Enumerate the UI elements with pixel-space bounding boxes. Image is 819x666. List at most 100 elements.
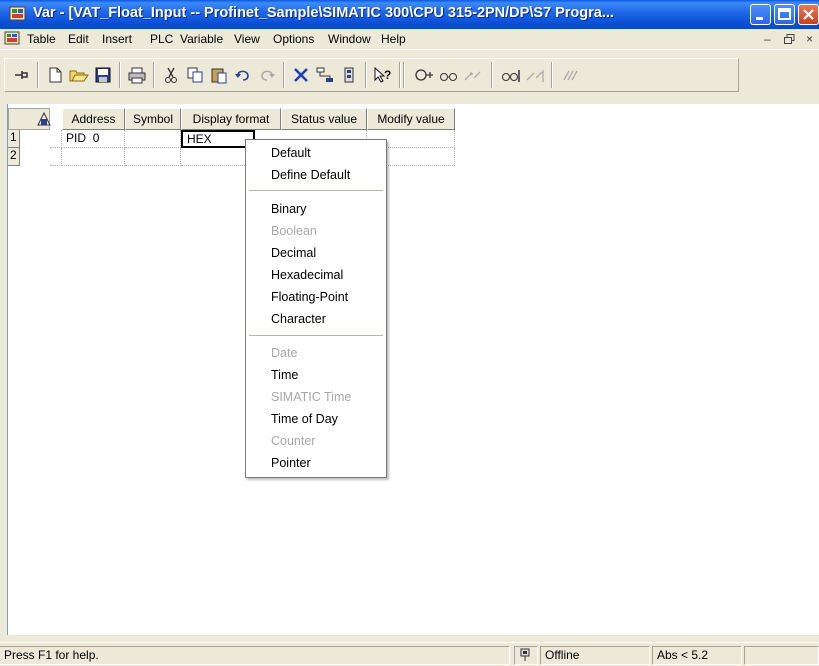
menu-item-character[interactable]: Character xyxy=(271,312,326,326)
menu-item-time[interactable]: Time xyxy=(271,368,298,382)
cut-icon xyxy=(165,67,177,83)
menu-item-time-of-day[interactable]: Time of Day xyxy=(271,412,338,426)
address-area: PID xyxy=(66,131,87,145)
display-format-cell[interactable]: HEX xyxy=(181,130,255,148)
save-icon xyxy=(95,67,111,83)
monitor-immediately-button[interactable] xyxy=(499,63,523,87)
toolbar-row: ? xyxy=(4,58,739,92)
menu-item-counter: Counter xyxy=(271,434,316,448)
menu-variable[interactable]: Variable xyxy=(180,32,223,46)
document-icon[interactable] xyxy=(4,31,21,47)
row-header-2[interactable]: 2 xyxy=(8,148,20,166)
monitor-icon xyxy=(415,69,433,81)
station-icon xyxy=(344,67,354,83)
symbol-cell[interactable] xyxy=(125,148,181,166)
menu-separator xyxy=(249,190,383,192)
svg-text:?: ? xyxy=(384,68,391,82)
maximize-button[interactable] xyxy=(774,4,795,25)
maximize-icon xyxy=(778,8,791,20)
column-header-modify-value[interactable]: Modify value xyxy=(367,108,455,130)
menu-insert[interactable]: Insert xyxy=(102,32,132,46)
variable-table-area: Address Symbol Display format Status val… xyxy=(7,104,819,635)
child-minimize-icon[interactable]: – xyxy=(764,32,771,46)
menu-item-decimal[interactable]: Decimal xyxy=(271,246,316,260)
menu-edit[interactable]: Edit xyxy=(68,32,89,46)
toolbar-separator xyxy=(153,62,155,88)
copy-icon xyxy=(187,67,203,83)
save-button[interactable] xyxy=(91,63,115,87)
print-icon xyxy=(128,67,146,84)
column-header-status-value[interactable]: Status value xyxy=(281,108,367,130)
address-book-icon xyxy=(37,111,51,126)
menu-item-simatic-time: SIMATIC Time xyxy=(271,390,352,404)
station-button[interactable] xyxy=(337,63,361,87)
toolbar-separator xyxy=(399,62,401,88)
menu-help[interactable]: Help xyxy=(381,32,406,46)
menu-window[interactable]: Window xyxy=(328,32,371,46)
menu-item-pointer[interactable]: Pointer xyxy=(271,456,311,470)
address-cell[interactable]: PID 0 xyxy=(62,130,125,148)
status-abs: Abs < 5.2 xyxy=(652,646,742,665)
network-icon xyxy=(316,67,333,82)
column-header-address[interactable]: Address xyxy=(62,108,125,130)
status-bar: Press F1 for help. Offline Abs < 5.2 xyxy=(0,642,819,666)
modify-immediately-icon xyxy=(526,70,544,82)
monitor-button[interactable] xyxy=(413,63,437,87)
child-restore-icon[interactable] xyxy=(784,34,795,45)
table-cell[interactable] xyxy=(50,148,62,166)
new-button[interactable] xyxy=(43,63,67,87)
force-button[interactable] xyxy=(559,63,583,87)
cut-button[interactable] xyxy=(159,63,183,87)
redo-button[interactable] xyxy=(255,63,279,87)
whats-this-button[interactable]: ? xyxy=(371,63,395,87)
menu-item-hexadecimal[interactable]: Hexadecimal xyxy=(271,268,343,282)
toolbar: ? xyxy=(0,49,819,103)
title-bar[interactable]: Var - [VAT_Float_Input -- Profinet_Sampl… xyxy=(0,0,819,29)
app-icon xyxy=(9,6,26,21)
toolbar-separator xyxy=(365,62,367,88)
toolbar-separator xyxy=(37,62,39,88)
menu-view[interactable]: View xyxy=(234,32,260,46)
paste-icon xyxy=(211,68,227,84)
column-header-symbol[interactable]: Symbol xyxy=(125,108,181,130)
connection-icon-pane xyxy=(514,646,538,665)
copy-button[interactable] xyxy=(183,63,207,87)
paste-button[interactable] xyxy=(207,63,231,87)
menu-item-default[interactable]: Default xyxy=(271,146,311,160)
row-header-1[interactable]: 1 xyxy=(8,130,20,148)
status-extra xyxy=(744,646,819,665)
symbol-cell[interactable] xyxy=(125,130,181,148)
network-button[interactable] xyxy=(313,63,337,87)
undo-button[interactable] xyxy=(231,63,255,87)
toolbar-separator xyxy=(283,62,285,88)
menu-options[interactable]: Options xyxy=(273,32,314,46)
menu-plc[interactable]: PLC xyxy=(150,32,173,46)
close-icon xyxy=(803,9,814,20)
monitor-glasses-button[interactable] xyxy=(437,63,461,87)
pin-button[interactable] xyxy=(9,63,33,87)
pin-icon xyxy=(15,71,28,79)
close-button[interactable] xyxy=(798,4,819,25)
menu-item-define-default[interactable]: Define Default xyxy=(271,168,350,182)
modify-button[interactable] xyxy=(461,63,485,87)
delete-button[interactable] xyxy=(289,63,313,87)
print-button[interactable] xyxy=(125,63,149,87)
menu-separator xyxy=(249,335,383,337)
force-icon xyxy=(563,70,578,81)
application-window: Var - [VAT_Float_Input -- Profinet_Sampl… xyxy=(0,0,819,666)
modify-immediately-button[interactable] xyxy=(523,63,547,87)
window-title: Var - [VAT_Float_Input -- Profinet_Sampl… xyxy=(33,5,614,21)
minimize-button[interactable] xyxy=(750,4,771,25)
table-cell[interactable] xyxy=(50,130,62,148)
child-close-icon[interactable]: × xyxy=(806,32,813,46)
toolbar-separator xyxy=(491,62,493,88)
address-cell[interactable] xyxy=(62,148,125,166)
open-button[interactable] xyxy=(67,63,91,87)
toolbar-separator xyxy=(551,62,553,88)
table-corner[interactable] xyxy=(8,108,51,130)
menu-item-floating-point[interactable]: Floating-Point xyxy=(271,290,348,304)
menu-table[interactable]: Table xyxy=(27,32,56,46)
menu-item-binary[interactable]: Binary xyxy=(271,202,306,216)
address-number: 0 xyxy=(92,131,100,145)
column-header-display-format[interactable]: Display format xyxy=(181,108,281,130)
